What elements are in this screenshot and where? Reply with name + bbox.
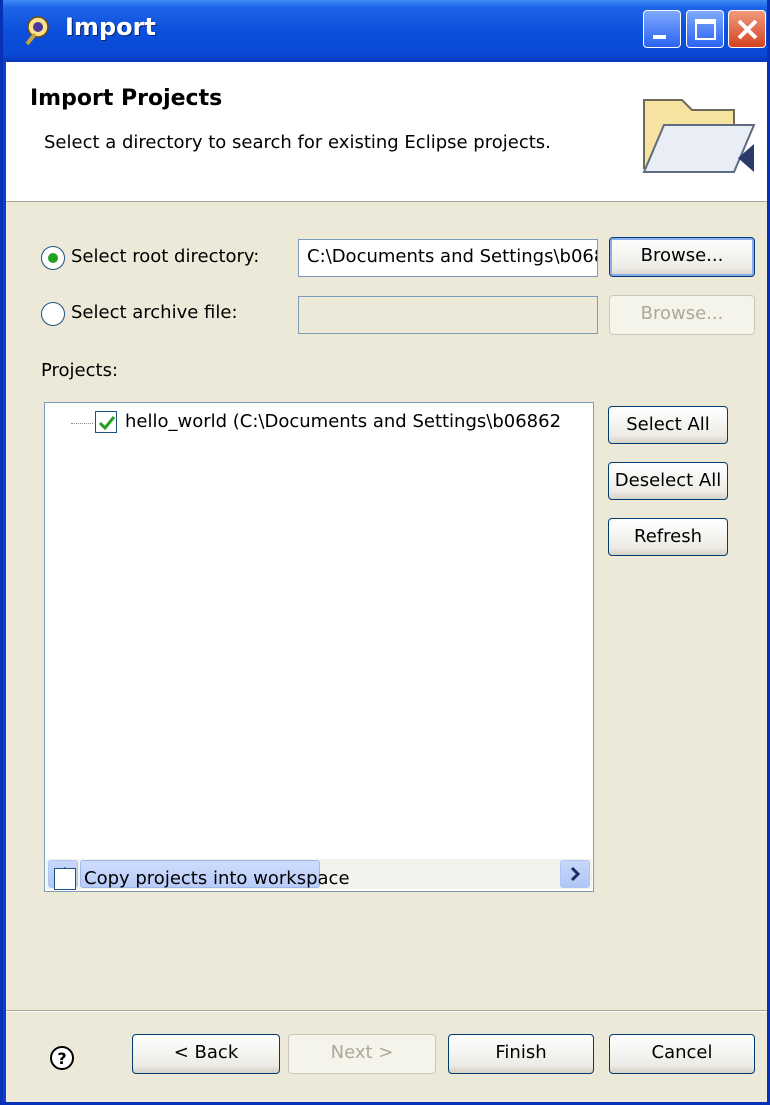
help-icon[interactable]: ? <box>48 1044 76 1072</box>
archive-file-radio[interactable] <box>41 302 65 326</box>
scroll-right-button[interactable] <box>560 860 590 888</box>
copy-projects-checkbox[interactable] <box>54 868 76 890</box>
radio-selected-dot <box>48 253 58 263</box>
project-item-label[interactable]: hello_world (C:\Documents and Settings\b… <box>125 411 561 432</box>
check-mark-icon <box>98 416 116 431</box>
root-directory-label: Select root directory: <box>71 246 260 267</box>
minimize-button[interactable] <box>643 10 681 48</box>
deselect-all-button[interactable]: Deselect All <box>608 462 728 500</box>
scroll-right-icon <box>570 866 581 882</box>
refresh-button[interactable]: Refresh <box>608 518 728 556</box>
banner-title: Import Projects <box>30 86 223 111</box>
tree-connector <box>71 423 93 424</box>
root-directory-radio[interactable] <box>41 246 65 270</box>
wizard-banner: Import Projects Select a directory to se… <box>6 62 767 202</box>
svg-text:?: ? <box>57 1049 66 1068</box>
copy-projects-label: Copy projects into workspace <box>84 868 350 889</box>
back-button[interactable]: < Back <box>132 1034 280 1074</box>
import-dialog: Import Import Projects Select a director… <box>0 0 770 1105</box>
close-button[interactable] <box>728 10 766 48</box>
projects-label: Projects: <box>41 360 119 381</box>
minimize-icon <box>653 35 666 39</box>
projects-tree[interactable]: hello_world (C:\Documents and Settings\b… <box>44 402 594 892</box>
window-title: Import <box>65 13 156 41</box>
folder-icon <box>642 99 756 173</box>
project-checkbox[interactable] <box>95 411 117 433</box>
next-button[interactable]: Next > <box>288 1034 436 1074</box>
finish-button[interactable]: Finish <box>448 1034 594 1074</box>
footer-separator <box>6 1010 767 1012</box>
banner-description: Select a directory to search for existin… <box>44 132 551 153</box>
root-directory-input[interactable]: C:\Documents and Settings\b06862 <box>298 239 598 277</box>
close-icon <box>737 19 758 40</box>
root-browse-button[interactable]: Browse... <box>609 237 755 277</box>
select-all-button[interactable]: Select All <box>608 406 728 444</box>
cancel-button[interactable]: Cancel <box>609 1034 755 1074</box>
title-bar[interactable]: Import <box>3 0 767 62</box>
archive-browse-button[interactable]: Browse... <box>609 295 755 335</box>
dialog-body: Import Projects Select a directory to se… <box>6 62 767 1102</box>
maximize-icon <box>695 19 716 40</box>
archive-file-label: Select archive file: <box>71 302 238 323</box>
eclipse-icon <box>25 16 49 46</box>
archive-file-input[interactable] <box>298 296 598 334</box>
maximize-button[interactable] <box>686 10 724 48</box>
